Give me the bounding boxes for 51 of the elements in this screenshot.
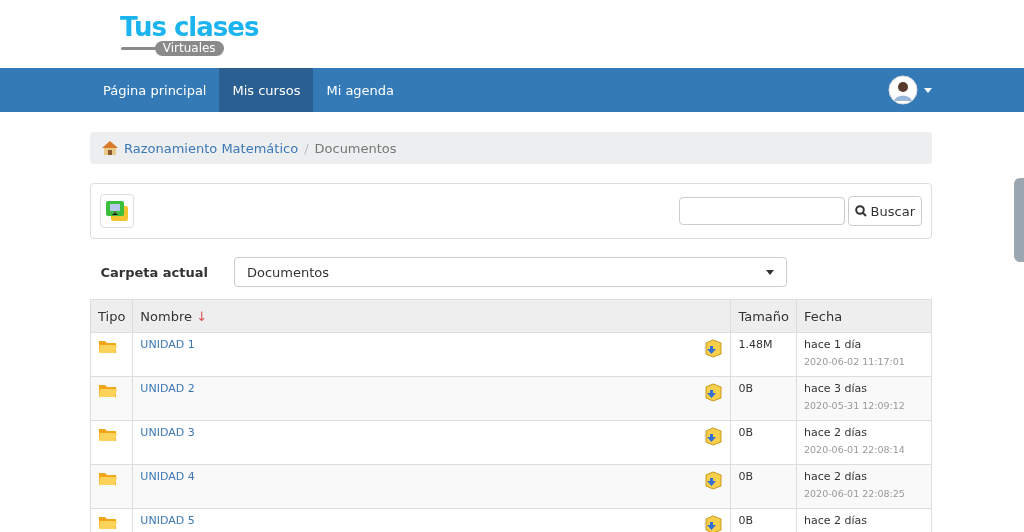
avatar-icon[interactable] bbox=[888, 75, 918, 105]
folder-link[interactable]: UNIDAD 1 bbox=[140, 338, 195, 358]
folder-link[interactable]: UNIDAD 3 bbox=[140, 426, 195, 446]
folder-link[interactable]: UNIDAD 2 bbox=[140, 382, 195, 402]
relative-time: hace 2 días bbox=[804, 426, 868, 439]
caret-icon bbox=[766, 269, 774, 275]
folder-dropdown[interactable]: Documentos bbox=[234, 257, 787, 287]
timestamp: 2020-06-01 22:08:14 bbox=[804, 443, 906, 456]
search-icon bbox=[854, 205, 867, 217]
relative-time: hace 2 días bbox=[804, 514, 868, 527]
folder-link[interactable]: UNIDAD 4 bbox=[140, 470, 195, 490]
nav-tab[interactable]: Mis cursos bbox=[219, 68, 314, 112]
column-header: Tipo bbox=[90, 299, 133, 333]
timestamp: 2020-06-01 22:08:25 bbox=[804, 487, 906, 500]
folder-icon bbox=[98, 426, 118, 442]
presentation-button[interactable] bbox=[100, 194, 134, 228]
presentation-icon bbox=[105, 200, 129, 222]
relative-time: hace 3 días bbox=[804, 382, 868, 395]
folder-icon bbox=[98, 382, 118, 398]
relative-time: hace 2 días bbox=[804, 470, 868, 483]
download-box-icon[interactable] bbox=[703, 382, 724, 402]
search-button[interactable]: Buscar bbox=[847, 196, 922, 226]
column-header[interactable]: Nombre ↓ bbox=[132, 299, 731, 333]
download-box-icon[interactable] bbox=[703, 426, 724, 446]
size-text: 0B bbox=[738, 470, 753, 483]
search-field[interactable] bbox=[678, 197, 845, 225]
nav-tab[interactable]: Página principal bbox=[90, 68, 220, 112]
folder-icon bbox=[98, 470, 118, 486]
relative-time: hace 1 día bbox=[804, 338, 862, 351]
size-text: 0B bbox=[738, 382, 753, 395]
breadcrumb-separator: / bbox=[304, 140, 309, 156]
nav-tab[interactable]: Mi agenda bbox=[313, 68, 408, 112]
caret-icon[interactable] bbox=[924, 87, 932, 93]
column-header: Fecha bbox=[796, 299, 932, 333]
download-box-icon[interactable] bbox=[703, 514, 724, 532]
size-text: 0B bbox=[738, 514, 753, 527]
size-text: 1.48M bbox=[738, 338, 773, 351]
download-box-icon[interactable] bbox=[703, 470, 724, 490]
home-icon bbox=[102, 141, 118, 155]
logo: Tus clases Virtuales bbox=[120, 12, 259, 56]
field-label: Carpeta actual bbox=[99, 264, 209, 280]
breadcrumb-link[interactable]: Razonamiento Matemático bbox=[124, 140, 299, 156]
column-header: Tamaño bbox=[730, 299, 797, 333]
folder-link[interactable]: UNIDAD 5 bbox=[140, 514, 195, 532]
timestamp: 2020-05-31 12:09:12 bbox=[804, 399, 906, 412]
folder-icon bbox=[98, 338, 118, 354]
folder-icon bbox=[98, 514, 118, 530]
size-text: 0B bbox=[738, 426, 753, 439]
timestamp: 2020-06-02 11:17:01 bbox=[804, 355, 906, 368]
download-box-icon[interactable] bbox=[703, 338, 724, 358]
breadcrumb-current: Documentos bbox=[314, 140, 397, 156]
